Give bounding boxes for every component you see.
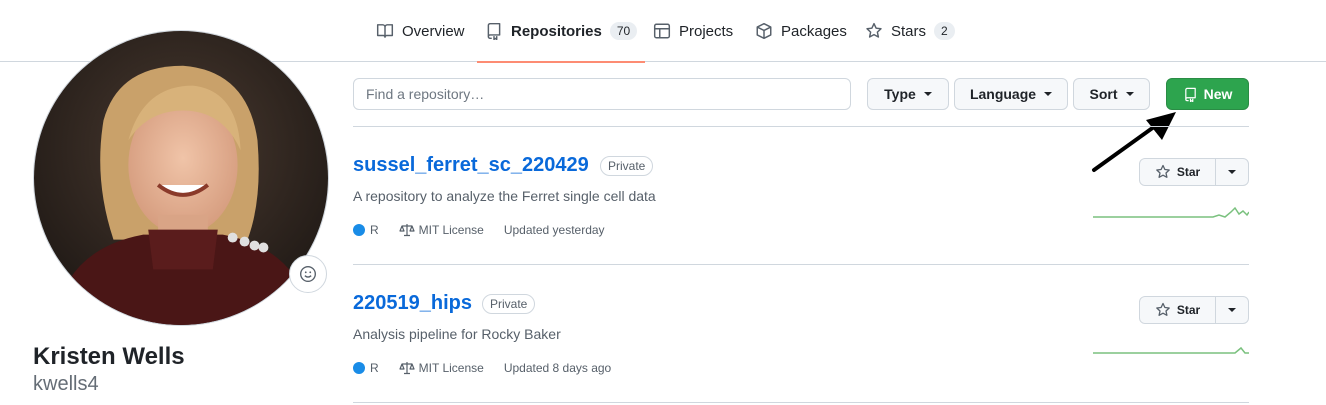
new-button-label: New bbox=[1203, 86, 1233, 102]
tab-label: Repositories bbox=[511, 22, 602, 40]
stars-count-badge: 2 bbox=[934, 22, 955, 40]
star-label: Star bbox=[1176, 165, 1201, 179]
tab-packages[interactable]: Packages bbox=[755, 0, 847, 62]
avatar-photo bbox=[34, 31, 328, 325]
repo-meta: R MIT License Updated 8 days ago bbox=[353, 360, 631, 376]
repo-description: A repository to analyze the Ferret singl… bbox=[353, 188, 656, 204]
repo-meta: R MIT License Updated yesterday bbox=[353, 222, 625, 238]
profile-login: kwells4 bbox=[33, 373, 99, 395]
package-icon bbox=[755, 22, 773, 40]
license-label: MIT License bbox=[418, 361, 484, 375]
law-icon bbox=[399, 224, 415, 237]
tab-overview[interactable]: Overview bbox=[376, 0, 465, 62]
repo-count-badge: 70 bbox=[609, 22, 638, 40]
chevron-down-icon bbox=[1228, 308, 1236, 312]
repo-license: MIT License bbox=[399, 360, 484, 376]
tab-stars[interactable]: Stars 2 bbox=[865, 0, 955, 62]
tab-projects[interactable]: Projects bbox=[653, 0, 733, 62]
language-color-dot bbox=[353, 224, 365, 236]
star-button[interactable]: Star bbox=[1140, 159, 1216, 185]
set-status-button[interactable] bbox=[289, 255, 327, 293]
language-color-dot bbox=[353, 362, 365, 374]
repo-description: Analysis pipeline for Rocky Baker bbox=[353, 326, 561, 342]
star-button-group: Star bbox=[1139, 296, 1249, 324]
star-button-group: Star bbox=[1139, 158, 1249, 186]
repo-name-link[interactable]: 220519_hips bbox=[353, 292, 472, 315]
star-list-dropdown[interactable] bbox=[1216, 159, 1248, 185]
star-button[interactable]: Star bbox=[1140, 297, 1216, 323]
chevron-down-icon bbox=[1125, 92, 1134, 96]
sort-label: Sort bbox=[1089, 86, 1118, 102]
activity-sparkline bbox=[1093, 346, 1249, 354]
repo-name-link[interactable]: sussel_ferret_sc_220429 bbox=[353, 154, 589, 177]
smiley-icon bbox=[300, 266, 316, 282]
repo-updated: Updated 8 days ago bbox=[503, 361, 612, 375]
profile-fullname: Kristen Wells bbox=[33, 343, 185, 370]
list-divider bbox=[353, 402, 1249, 403]
star-label: Star bbox=[1176, 303, 1201, 317]
activity-sparkline bbox=[1093, 206, 1249, 218]
visibility-badge: Private bbox=[600, 156, 654, 176]
tab-repositories[interactable]: Repositories 70 bbox=[476, 0, 646, 63]
star-icon bbox=[865, 22, 883, 40]
star-list-dropdown[interactable] bbox=[1216, 297, 1248, 323]
find-repository-input[interactable] bbox=[353, 78, 851, 110]
repo-license: MIT License bbox=[399, 222, 484, 238]
avatar[interactable] bbox=[33, 30, 329, 326]
chevron-down-icon bbox=[1044, 92, 1053, 96]
tab-label: Projects bbox=[679, 22, 734, 40]
table-icon bbox=[653, 22, 671, 40]
repo-language: R bbox=[353, 361, 379, 375]
type-filter-label: Type bbox=[884, 86, 916, 102]
tab-label: Stars bbox=[891, 22, 927, 40]
law-icon bbox=[399, 362, 415, 375]
type-filter-button[interactable]: Type bbox=[867, 78, 949, 110]
list-divider bbox=[353, 264, 1249, 265]
repo-updated: Updated yesterday bbox=[503, 223, 605, 237]
tab-label: Packages bbox=[781, 22, 847, 40]
visibility-badge: Private bbox=[482, 294, 536, 314]
book-icon bbox=[376, 22, 394, 40]
chevron-down-icon bbox=[1228, 170, 1236, 174]
sort-button[interactable]: Sort bbox=[1073, 78, 1150, 110]
star-icon bbox=[1155, 302, 1170, 316]
list-divider bbox=[353, 126, 1249, 127]
tab-label: Overview bbox=[402, 22, 465, 40]
repo-icon bbox=[1184, 87, 1196, 102]
license-label: MIT License bbox=[418, 223, 484, 237]
new-repository-button[interactable]: New bbox=[1166, 78, 1249, 110]
language-filter-button[interactable]: Language bbox=[954, 78, 1068, 110]
language-label: R bbox=[370, 223, 379, 237]
star-icon bbox=[1155, 164, 1170, 178]
repo-icon bbox=[485, 22, 503, 40]
repo-language: R bbox=[353, 223, 379, 237]
language-filter-label: Language bbox=[969, 86, 1037, 102]
language-label: R bbox=[370, 361, 379, 375]
chevron-down-icon bbox=[923, 92, 932, 96]
